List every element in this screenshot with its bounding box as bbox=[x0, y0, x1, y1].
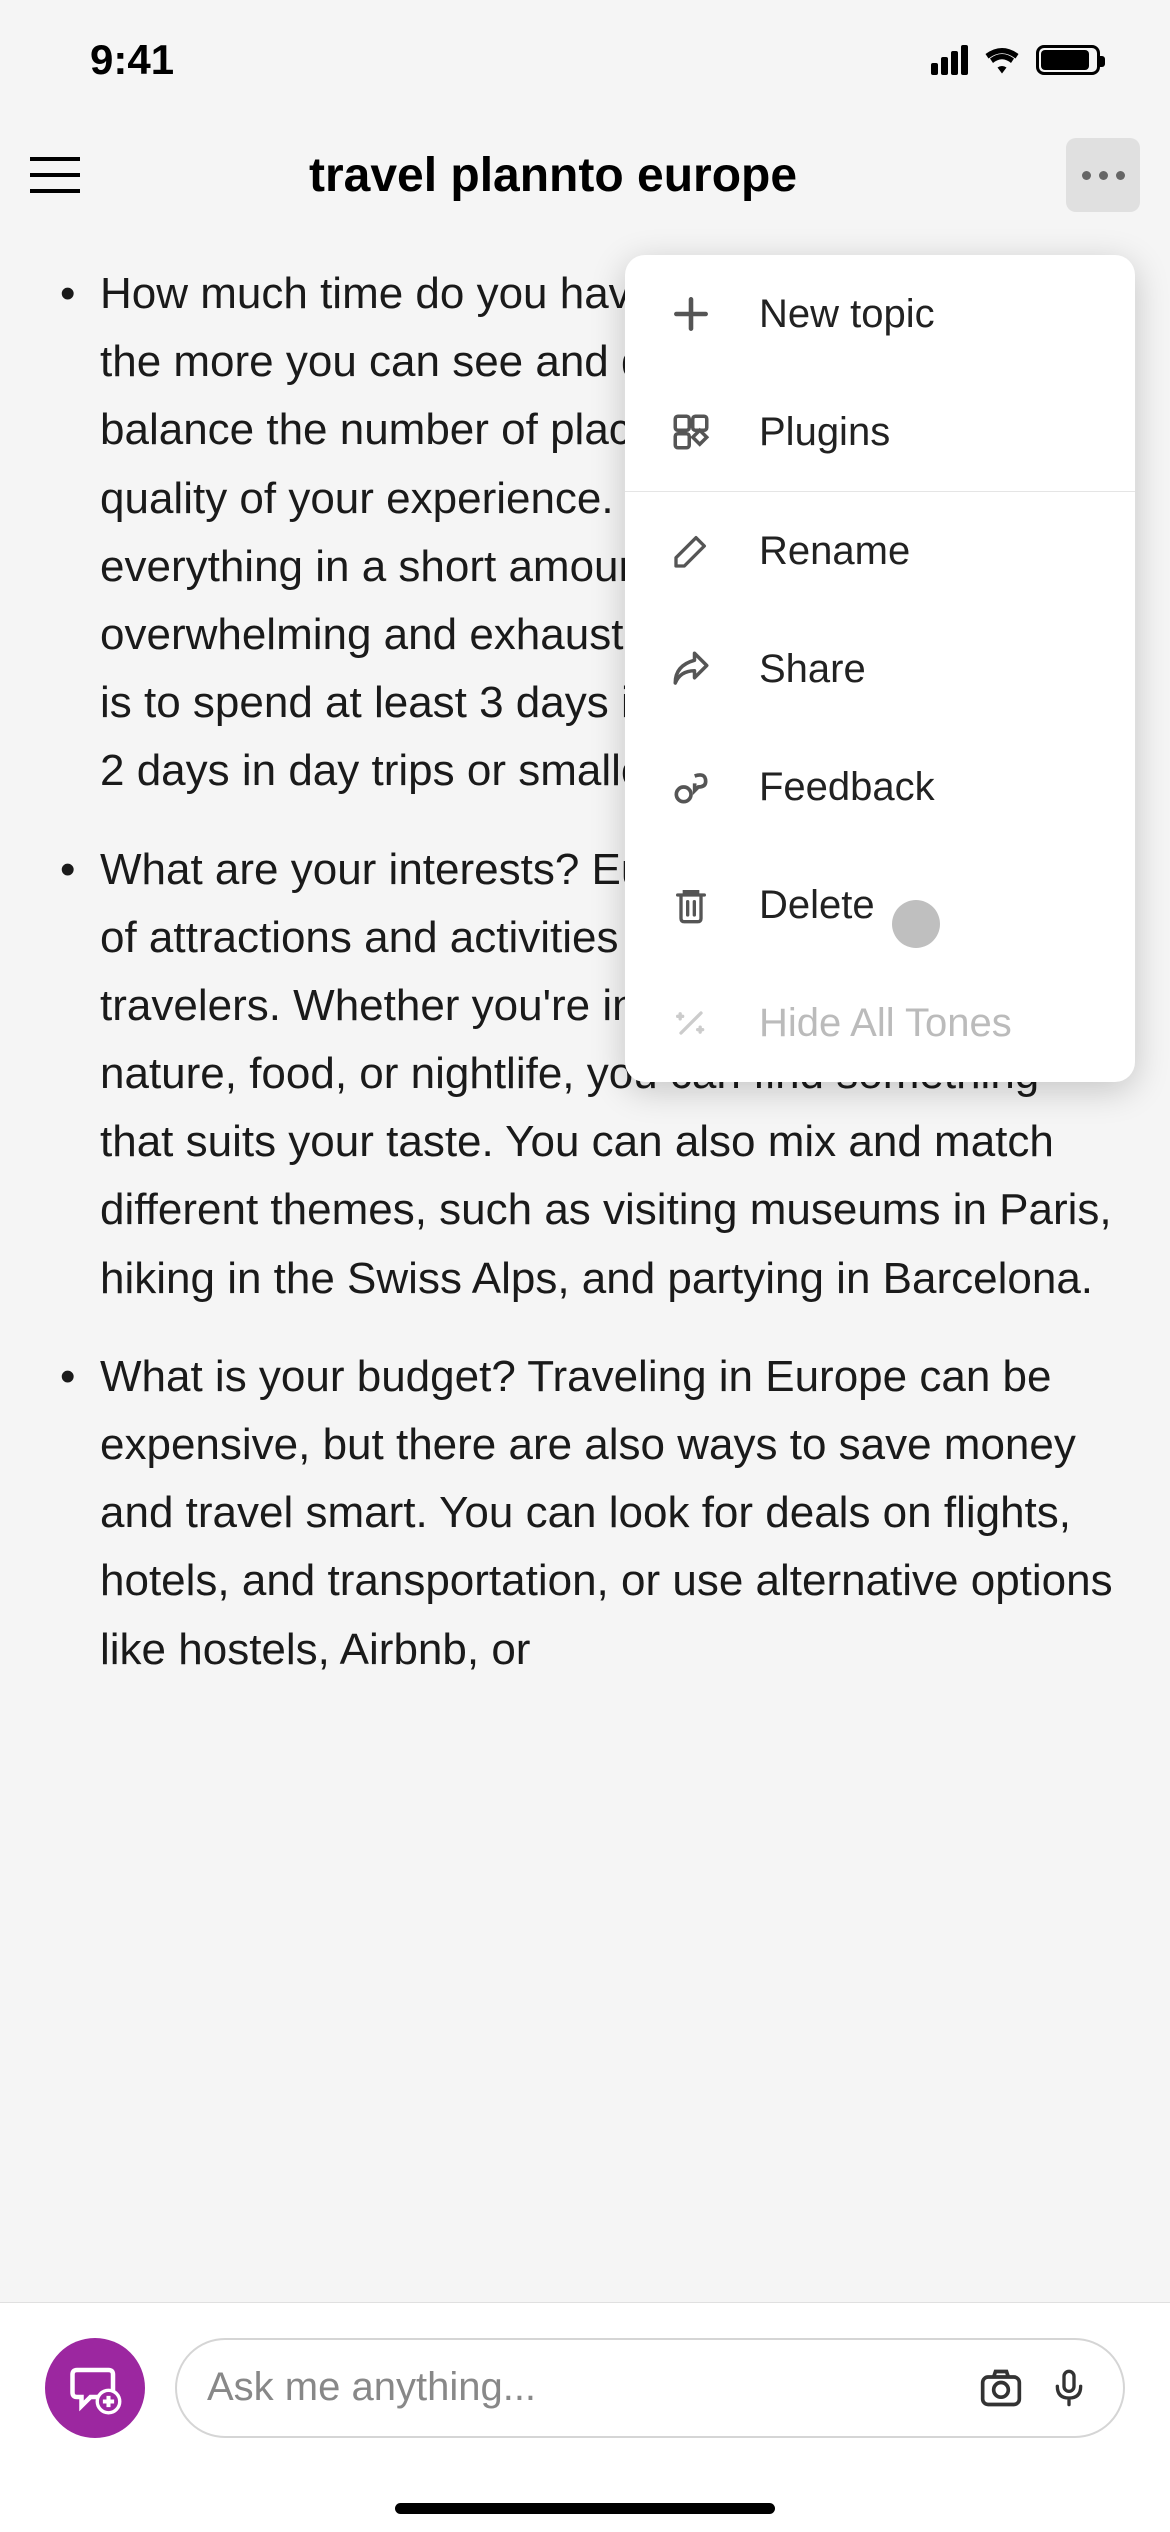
share-icon bbox=[667, 645, 715, 693]
menu-label: Feedback bbox=[759, 765, 935, 810]
pencil-icon bbox=[667, 527, 715, 575]
menu-feedback[interactable]: Feedback bbox=[625, 728, 1135, 846]
menu-label: Plugins bbox=[759, 410, 890, 455]
menu-label: Delete bbox=[759, 883, 875, 928]
camera-icon[interactable] bbox=[979, 2366, 1023, 2410]
input-placeholder: Ask me anything... bbox=[207, 2365, 953, 2410]
menu-label: Share bbox=[759, 647, 866, 692]
list-item: What is your budget? Traveling in Europe… bbox=[50, 1343, 1120, 1684]
plugins-icon bbox=[667, 408, 715, 456]
menu-delete[interactable]: Delete bbox=[625, 846, 1135, 964]
more-options-button[interactable] bbox=[1066, 138, 1140, 212]
microphone-icon[interactable] bbox=[1049, 2366, 1093, 2410]
feedback-icon bbox=[667, 763, 715, 811]
menu-label: Hide All Tones bbox=[759, 1001, 1012, 1046]
context-menu: New topic Plugins Rename Share Feedback … bbox=[625, 255, 1135, 1082]
trash-icon bbox=[667, 881, 715, 929]
touch-indicator bbox=[892, 900, 940, 948]
app-header: travel plannto europe bbox=[0, 120, 1170, 230]
menu-plugins[interactable]: Plugins bbox=[625, 373, 1135, 491]
message-input[interactable]: Ask me anything... bbox=[175, 2338, 1125, 2438]
home-indicator[interactable] bbox=[395, 2503, 775, 2514]
menu-rename[interactable]: Rename bbox=[625, 492, 1135, 610]
menu-share[interactable]: Share bbox=[625, 610, 1135, 728]
page-title: travel plannto europe bbox=[40, 148, 1066, 203]
cellular-signal-icon bbox=[931, 45, 968, 75]
menu-label: Rename bbox=[759, 529, 910, 574]
bottom-bar: Ask me anything... bbox=[0, 2302, 1170, 2532]
status-icons bbox=[931, 45, 1100, 75]
battery-icon bbox=[1036, 45, 1100, 75]
wand-icon bbox=[667, 999, 715, 1047]
status-time: 9:41 bbox=[90, 36, 174, 84]
status-bar: 9:41 bbox=[0, 0, 1170, 120]
menu-hide-tones: Hide All Tones bbox=[625, 964, 1135, 1082]
menu-label: New topic bbox=[759, 292, 935, 337]
menu-new-topic[interactable]: New topic bbox=[625, 255, 1135, 373]
plus-icon bbox=[667, 290, 715, 338]
new-chat-button[interactable] bbox=[45, 2338, 145, 2438]
wifi-icon bbox=[984, 46, 1020, 74]
